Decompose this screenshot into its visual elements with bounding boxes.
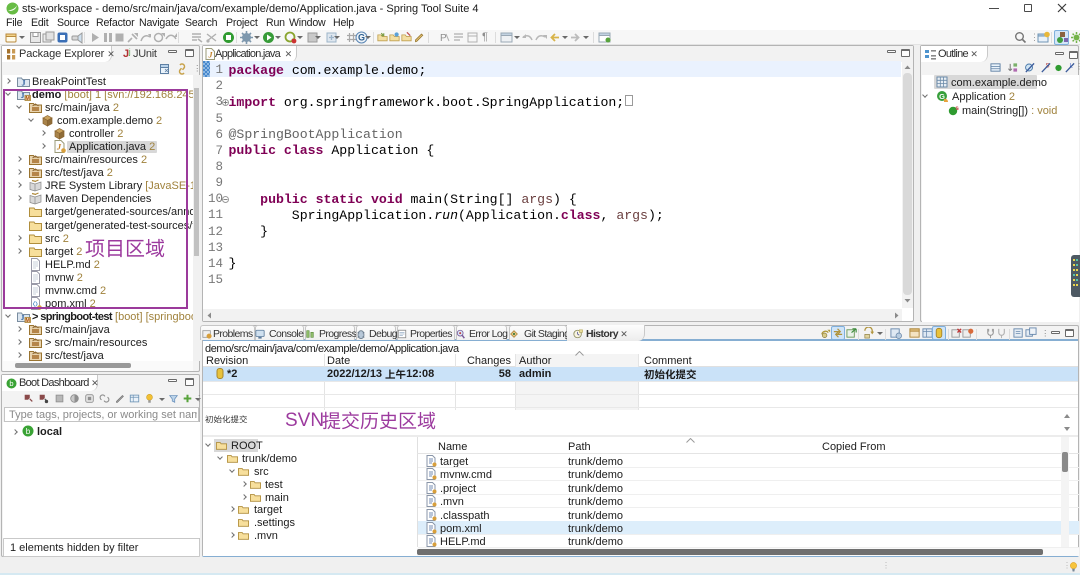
svg-text:s: s — [955, 105, 959, 112]
svg-text:J: J — [21, 313, 25, 322]
svg-text:G: G — [358, 33, 365, 43]
svg-text:b: b — [9, 379, 13, 388]
svg-text:b: b — [26, 427, 31, 436]
svg-text:J: J — [22, 79, 26, 88]
